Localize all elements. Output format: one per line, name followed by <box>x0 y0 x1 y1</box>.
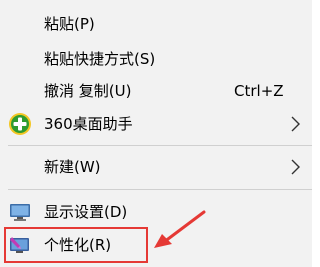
360-plus-icon <box>8 112 32 136</box>
desktop-context-menu: 粘贴(P) 粘贴快捷方式(S) 撤消 复制(U) Ctrl+Z 360桌面助手 … <box>0 0 312 267</box>
menu-item-label: 粘贴快捷方式(S) <box>44 50 156 68</box>
annotation-highlight-box <box>4 227 148 263</box>
menu-separator <box>8 189 312 190</box>
annotation-arrow <box>154 210 206 248</box>
menu-item-paste[interactable]: 粘贴(P) <box>0 8 312 40</box>
menu-item-paste-shortcut[interactable]: 粘贴快捷方式(S) <box>0 43 312 75</box>
menu-item-label: 新建(W) <box>44 158 101 176</box>
menu-item-new[interactable]: 新建(W) <box>0 151 312 183</box>
menu-item-label: 粘贴(P) <box>44 15 95 33</box>
menu-item-undo-copy[interactable]: 撤消 复制(U) Ctrl+Z <box>0 75 312 107</box>
chevron-right-icon <box>288 158 302 176</box>
menu-item-label: 显示设置(D) <box>44 203 128 221</box>
menu-item-label: 360桌面助手 <box>44 115 133 133</box>
menu-separator <box>8 145 312 146</box>
shortcut-label: Ctrl+Z <box>234 82 284 100</box>
menu-item-label: 撤消 复制(U) <box>44 82 132 100</box>
monitor-icon <box>8 200 32 224</box>
menu-item-360-desktop-helper[interactable]: 360桌面助手 <box>0 108 312 140</box>
chevron-right-icon <box>288 115 302 133</box>
